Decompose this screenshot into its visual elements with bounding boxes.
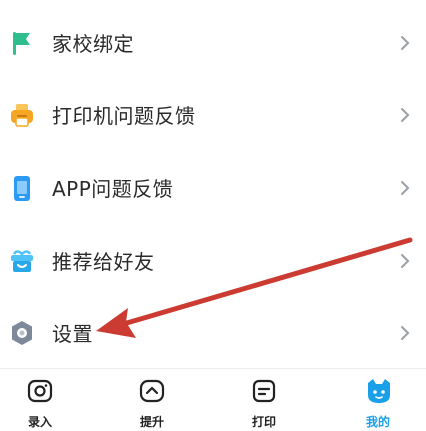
menu-item-recommend-friend[interactable]: 推荐给好友 (0, 224, 426, 297)
chevron-right-icon (398, 105, 412, 125)
menu-list: 家校绑定 打印机问题反馈 APP问题反馈 推荐给好友 设置 (0, 0, 426, 368)
chevron-right-icon (398, 178, 412, 198)
tab-label: 我的 (365, 415, 390, 429)
camera-icon (26, 377, 54, 405)
settings-hexagon-icon (8, 319, 36, 347)
phone-icon (8, 174, 36, 202)
chevron-right-icon (398, 33, 412, 53)
tab-print[interactable]: 打印 (224, 369, 304, 431)
tab-label: 打印 (251, 415, 276, 429)
arrow-up-icon (138, 377, 166, 405)
tab-improve[interactable]: 提升 (112, 369, 192, 431)
print-icon (250, 377, 278, 405)
tab-label: 录入 (27, 415, 52, 429)
menu-item-home-school-binding[interactable]: 家校绑定 (0, 6, 426, 79)
menu-item-label: APP问题反馈 (52, 177, 174, 201)
profile-screen: 家校绑定 打印机问题反馈 APP问题反馈 推荐给好友 设置 录入 提升 打印 我… (0, 0, 426, 431)
cat-face-icon (364, 377, 392, 405)
menu-item-app-feedback[interactable]: APP问题反馈 (0, 151, 426, 224)
menu-item-printer-feedback[interactable]: 打印机问题反馈 (0, 78, 426, 151)
menu-item-label: 推荐给好友 (52, 250, 155, 274)
bottom-tab-bar: 录入 提升 打印 我的 (0, 368, 426, 431)
printer-icon (8, 101, 36, 129)
menu-item-settings[interactable]: 设置 (0, 296, 426, 369)
chevron-right-icon (398, 251, 412, 271)
menu-item-label: 家校绑定 (52, 32, 134, 56)
tab-label: 提升 (139, 415, 164, 429)
gift-box-icon (8, 247, 36, 275)
menu-item-label: 设置 (52, 322, 93, 346)
chevron-right-icon (398, 323, 412, 343)
menu-item-label: 打印机问题反馈 (52, 104, 196, 128)
flag-icon (8, 29, 36, 57)
tab-record[interactable]: 录入 (0, 369, 80, 431)
tab-mine[interactable]: 我的 (338, 369, 418, 431)
